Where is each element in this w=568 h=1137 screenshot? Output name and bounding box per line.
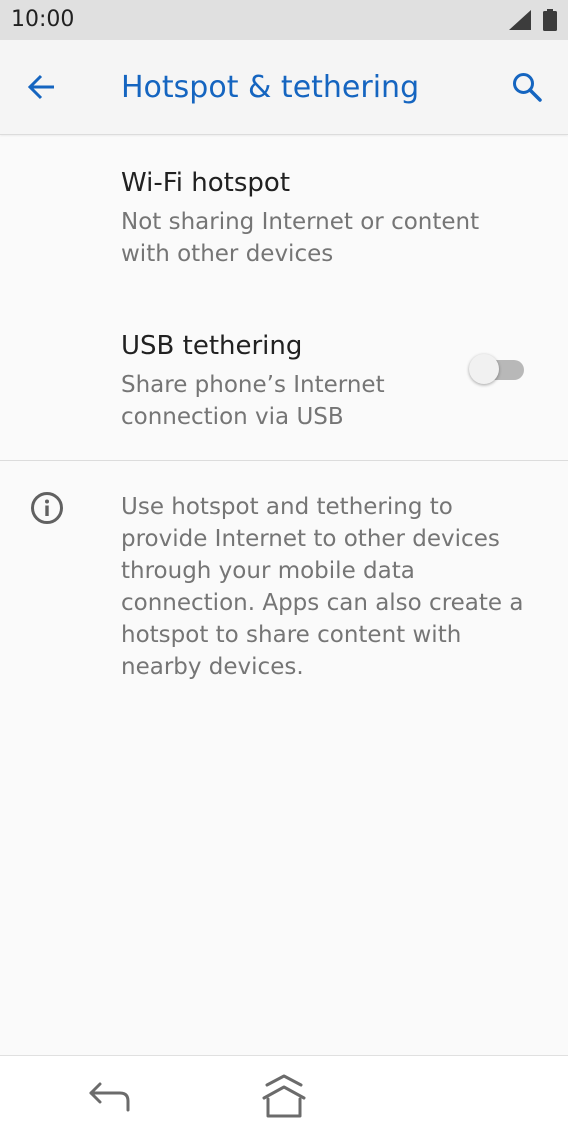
- nav-home-icon: [262, 1074, 306, 1118]
- info-text: Use hotspot and tethering to provide Int…: [121, 494, 524, 680]
- wifi-hotspot-summary: Not sharing Internet or content with oth…: [121, 209, 480, 267]
- status-bar: 10:00: [0, 0, 568, 40]
- usb-tethering-summary: Share phone’s Internet connection via US…: [121, 372, 385, 430]
- wifi-hotspot-item[interactable]: Wi-Fi hotspot Not sharing Internet or co…: [0, 134, 568, 294]
- divider: [0, 460, 568, 461]
- toggle-thumb: [469, 354, 499, 384]
- wifi-hotspot-title: Wi-Fi hotspot: [121, 168, 291, 198]
- usb-tethering-title: USB tethering: [121, 331, 303, 361]
- usb-tethering-toggle[interactable]: [468, 351, 526, 385]
- signal-icon: [509, 10, 531, 30]
- info-icon: [31, 492, 63, 524]
- nav-back-icon: [89, 1082, 130, 1112]
- back-arrow-icon: [27, 74, 54, 100]
- search-icon: [513, 73, 542, 102]
- navigation-bar: [0, 1055, 568, 1137]
- usb-tethering-item[interactable]: USB tethering Share phone’s Internet con…: [0, 294, 568, 460]
- search-button[interactable]: [505, 65, 549, 109]
- nav-back-button[interactable]: [86, 1076, 134, 1116]
- page-title: Hotspot & tethering: [121, 70, 420, 105]
- battery-icon: [543, 9, 557, 31]
- nav-home-button[interactable]: [258, 1072, 310, 1120]
- app-bar: Hotspot & tethering: [0, 40, 568, 135]
- back-button[interactable]: [20, 65, 64, 109]
- status-time: 10:00: [11, 7, 75, 32]
